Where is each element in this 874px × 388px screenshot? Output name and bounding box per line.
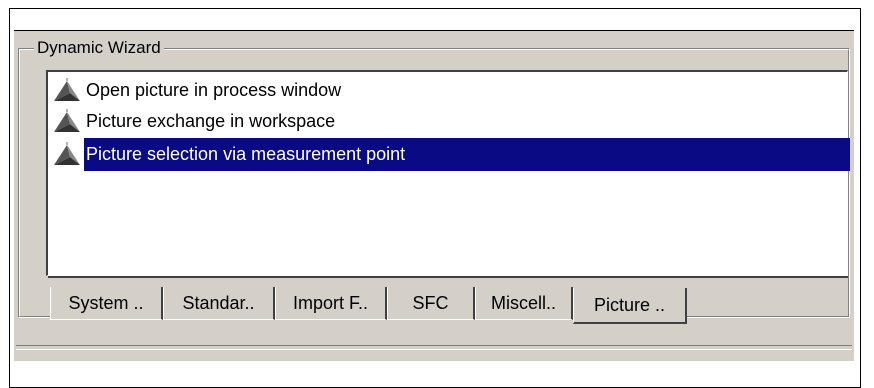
list-item-label: Picture exchange in workspace <box>86 111 336 131</box>
tab-label: Standar.. <box>182 292 255 313</box>
list-item-selected[interactable]: Picture selection via measurement point <box>52 138 850 171</box>
tab-picture[interactable]: Picture .. <box>573 288 687 324</box>
tab-label: Miscell.. <box>490 292 556 313</box>
list-item-label: Picture selection via measurement point <box>84 138 850 171</box>
list-item-label: Open picture in process window <box>86 80 342 100</box>
list-item[interactable]: Picture exchange in workspace <box>52 105 339 138</box>
tab-label: Import F.. <box>292 292 368 313</box>
tab-standard[interactable]: Standar.. <box>163 287 275 320</box>
tab-miscellaneous[interactable]: Miscell.. <box>475 287 573 320</box>
tab-label: System .. <box>68 292 144 313</box>
tab-sfc[interactable]: SFC <box>387 287 475 320</box>
tab-label: Picture .. <box>593 294 666 315</box>
wizard-icon <box>52 141 84 168</box>
tab-system[interactable]: System .. <box>50 287 163 320</box>
tab-strip-edge <box>48 276 848 278</box>
wizard-icon <box>52 77 84 104</box>
groupbox-title: Dynamic Wizard <box>34 37 164 59</box>
wizard-icon <box>52 108 84 135</box>
tab-import[interactable]: Import F.. <box>275 287 387 320</box>
bottom-divider <box>16 345 852 350</box>
wizard-list[interactable]: Open picture in process window Picture e… <box>46 70 850 276</box>
list-item[interactable]: Open picture in process window <box>52 74 345 107</box>
tab-label: SFC <box>412 292 449 313</box>
